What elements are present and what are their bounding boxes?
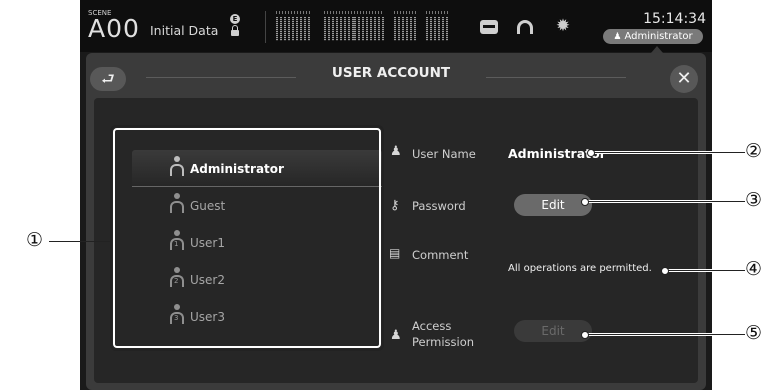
padlock-icon bbox=[231, 25, 239, 36]
callout-frame bbox=[113, 128, 381, 348]
close-button[interactable]: ✕ bbox=[670, 65, 698, 93]
access-permission-icon: ♟ bbox=[390, 328, 402, 343]
user-icon: ♟ bbox=[390, 144, 402, 159]
gear-icon[interactable]: ✹ bbox=[554, 17, 572, 35]
headphones-icon[interactable] bbox=[517, 20, 533, 34]
access-permission-edit-button[interactable]: Edit bbox=[514, 320, 592, 342]
password-edit-button[interactable]: Edit bbox=[514, 194, 592, 216]
lock-icon[interactable]: E bbox=[230, 14, 242, 42]
current-user-label: Administrator bbox=[624, 31, 693, 42]
callout-3: ③ bbox=[745, 189, 763, 211]
popup-pointer bbox=[651, 46, 663, 53]
callout-dot-5 bbox=[581, 331, 589, 339]
level-meters[interactable] bbox=[265, 11, 466, 43]
e-badge-icon: E bbox=[230, 14, 240, 24]
back-button[interactable]: ⮐ bbox=[90, 67, 126, 91]
comment-label: Comment bbox=[412, 248, 469, 262]
access-permission-label-line1: Access bbox=[412, 319, 452, 333]
callout-line-3-outline bbox=[584, 201, 745, 202]
callout-dot-3 bbox=[581, 198, 589, 206]
close-icon: ✕ bbox=[676, 68, 692, 89]
title-divider-right bbox=[486, 77, 626, 78]
title-divider-left bbox=[146, 77, 296, 78]
access-permission-label-line2: Permission bbox=[412, 335, 475, 349]
callout-dot-2 bbox=[587, 149, 595, 157]
scene-number[interactable]: A00 bbox=[88, 16, 140, 41]
user-icon: ♟ bbox=[613, 32, 622, 42]
back-arrow-icon: ⮐ bbox=[101, 70, 115, 88]
current-user-button[interactable]: ♟ Administrator bbox=[603, 29, 703, 44]
callout-line-2-outline bbox=[590, 152, 745, 153]
key-icon: ⚷ bbox=[390, 198, 400, 213]
callout-line-4-outline bbox=[664, 270, 745, 271]
comment-icon: ▤ bbox=[389, 246, 401, 260]
callout-4: ④ bbox=[745, 258, 763, 280]
callout-line-5-outline bbox=[584, 334, 745, 335]
callout-dot-4 bbox=[661, 267, 669, 275]
dialog-title: USER ACCOUNT bbox=[331, 65, 451, 81]
password-label: Password bbox=[412, 199, 466, 213]
clock: 15:14:34 bbox=[643, 11, 706, 27]
callout-line-1 bbox=[49, 241, 111, 242]
callout-1: ① bbox=[26, 229, 44, 251]
comment-value: All operations are permitted. bbox=[508, 263, 652, 274]
recorder-icon[interactable] bbox=[480, 20, 498, 34]
callout-5: ⑤ bbox=[745, 322, 763, 344]
callout-2: ② bbox=[745, 140, 763, 162]
top-bar: SCENE A00 Initial Data E ✹ 15:14:34 ♟ Adm… bbox=[80, 0, 712, 53]
user-name-label: User Name bbox=[412, 147, 476, 161]
scene-title[interactable]: Initial Data bbox=[150, 23, 218, 38]
